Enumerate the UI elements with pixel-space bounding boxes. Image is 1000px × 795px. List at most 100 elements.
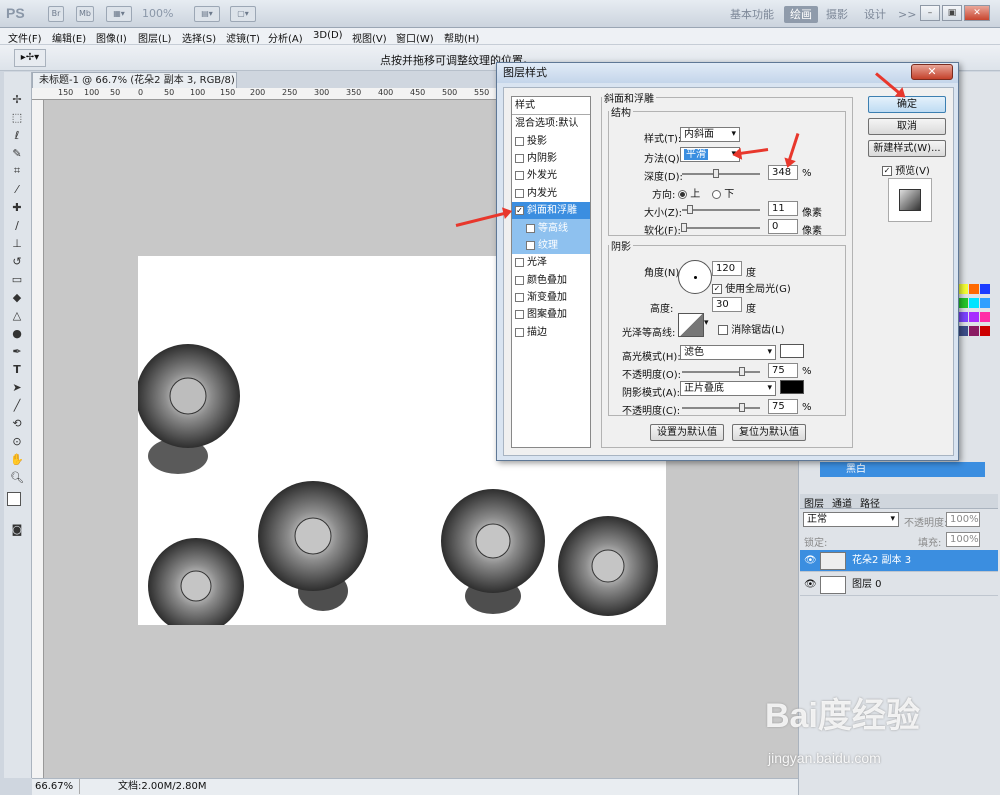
- eye-icon[interactable]: 👁︎: [804, 550, 817, 572]
- opacity-input[interactable]: 100%: [946, 512, 980, 527]
- style-drop-shadow[interactable]: 投影: [512, 132, 590, 149]
- bridge-icon[interactable]: Br: [48, 6, 64, 22]
- brush-tool-icon[interactable]: ∕: [4, 216, 30, 234]
- minimize-button[interactable]: –: [920, 5, 940, 21]
- blur-tool-icon[interactable]: △: [4, 306, 30, 324]
- menu-3d[interactable]: 3D(D): [313, 28, 343, 41]
- crop-tool-icon[interactable]: ⌗: [4, 162, 30, 180]
- style-bevel-emboss[interactable]: ✓ 斜面和浮雕: [512, 201, 590, 220]
- menu-layer[interactable]: 图层(L): [138, 28, 171, 45]
- screen-mode-icon[interactable]: ▢▾: [230, 6, 256, 22]
- bevel-style-select[interactable]: 内斜面: [680, 127, 740, 142]
- hand-tool-icon[interactable]: ✋: [4, 450, 30, 468]
- dialog-close-button[interactable]: ✕: [911, 64, 953, 80]
- type-tool-icon[interactable]: T: [4, 360, 30, 378]
- cancel-button[interactable]: 取消: [868, 118, 946, 135]
- shadow-opacity-slider[interactable]: [682, 403, 760, 412]
- style-blending-options[interactable]: 混合选项:默认: [512, 115, 590, 132]
- style-satin[interactable]: 光泽: [512, 254, 590, 271]
- tab-layers[interactable]: 图层: [804, 495, 824, 510]
- tab-channels[interactable]: 通道: [832, 495, 852, 510]
- marquee-tool-icon[interactable]: ⬚: [4, 108, 30, 126]
- global-light-checkbox[interactable]: ✓ 使用全局光(G): [712, 280, 791, 295]
- style-texture[interactable]: 纹理: [512, 236, 590, 255]
- menu-filter[interactable]: 滤镜(T): [226, 28, 260, 45]
- eyedropper-tool-icon[interactable]: ⁄: [4, 180, 30, 198]
- view-extras-icon[interactable]: ▦▾: [106, 6, 132, 22]
- size-input[interactable]: 11: [768, 201, 798, 216]
- style-outer-glow[interactable]: 外发光: [512, 167, 590, 184]
- status-zoom[interactable]: 66.67%: [35, 779, 81, 794]
- shadow-opacity-input[interactable]: 75: [768, 399, 798, 414]
- styles-header[interactable]: 样式: [512, 97, 590, 115]
- swatches-panel[interactable]: [958, 283, 998, 373]
- paint-bucket-tool-icon[interactable]: ◆: [4, 288, 30, 306]
- workspace-essentials[interactable]: 基本功能: [724, 6, 780, 23]
- zoom-tool-icon[interactable]: 🔍︎: [4, 468, 30, 486]
- ruler-vertical[interactable]: [32, 100, 44, 778]
- size-slider[interactable]: [682, 205, 760, 214]
- new-style-button[interactable]: 新建样式(W)...: [868, 140, 946, 157]
- chevron-down-icon[interactable]: ▾: [704, 318, 709, 328]
- angle-input[interactable]: 120: [712, 261, 742, 276]
- healing-tool-icon[interactable]: ✚: [4, 198, 30, 216]
- window-close-button[interactable]: ✕: [964, 5, 990, 21]
- style-contour[interactable]: 等高线: [512, 219, 590, 237]
- stamp-tool-icon[interactable]: ⊥: [4, 234, 30, 252]
- workspace-painting[interactable]: 绘画: [784, 6, 818, 23]
- highlight-opacity-slider[interactable]: [682, 367, 760, 376]
- quick-select-tool-icon[interactable]: ✎: [4, 144, 30, 162]
- menu-select[interactable]: 选择(S): [182, 28, 216, 45]
- layer-row[interactable]: 👁︎ 图层 0: [800, 574, 998, 596]
- workspace-photography[interactable]: 摄影: [820, 6, 854, 23]
- shadow-color-swatch[interactable]: [780, 380, 804, 394]
- highlight-color-swatch[interactable]: [780, 344, 804, 358]
- arrange-docs-icon[interactable]: ▤▾: [194, 6, 220, 22]
- workspace-more[interactable]: >>: [892, 6, 922, 23]
- move-tool-icon[interactable]: ✢: [4, 90, 30, 108]
- ok-button[interactable]: 确定: [868, 96, 946, 113]
- eraser-tool-icon[interactable]: ▭: [4, 270, 30, 288]
- direction-up-radio[interactable]: 上: [678, 185, 700, 200]
- blend-mode-select[interactable]: 正常: [803, 512, 899, 527]
- layer-row-selected[interactable]: 👁︎ 花朵2 副本 3: [800, 550, 998, 572]
- set-default-button[interactable]: 设置为默认值: [650, 424, 724, 441]
- angle-dial[interactable]: [678, 260, 712, 294]
- document-tab[interactable]: 未标题-1 @ 66.7% (花朵2 副本 3, RGB/8) *: [32, 72, 237, 101]
- zoom-level[interactable]: 100%: [142, 7, 173, 20]
- menu-image[interactable]: 图像(I): [96, 28, 127, 45]
- menu-help[interactable]: 帮助(H): [444, 28, 479, 45]
- color-swatches[interactable]: [4, 486, 31, 520]
- shadow-mode-select[interactable]: 正片叠底: [680, 381, 776, 396]
- lasso-tool-icon[interactable]: ℓ: [4, 126, 30, 144]
- tab-paths[interactable]: 路径: [860, 495, 880, 510]
- soften-input[interactable]: 0: [768, 219, 798, 234]
- path-select-tool-icon[interactable]: ➤: [4, 378, 30, 396]
- reset-default-button[interactable]: 复位为默认值: [732, 424, 806, 441]
- adjustment-item-bw[interactable]: 黑白: [820, 462, 985, 477]
- soften-slider[interactable]: [681, 223, 760, 232]
- maximize-button[interactable]: ▣: [942, 5, 962, 21]
- menu-edit[interactable]: 编辑(E): [52, 28, 86, 45]
- menu-file[interactable]: 文件(F): [8, 28, 42, 45]
- minibridge-icon[interactable]: Mb: [76, 6, 94, 22]
- quick-mask-icon[interactable]: ◙: [4, 520, 30, 538]
- fill-input[interactable]: 100%: [946, 532, 980, 547]
- foreground-color[interactable]: [7, 492, 21, 506]
- style-color-overlay[interactable]: 颜色叠加: [512, 272, 590, 289]
- antialias-checkbox[interactable]: 消除锯齿(L): [718, 321, 785, 336]
- highlight-mode-select[interactable]: 滤色: [680, 345, 776, 360]
- gloss-contour-picker[interactable]: [678, 313, 704, 337]
- dodge-tool-icon[interactable]: ●: [4, 324, 30, 342]
- workspace-design[interactable]: 设计: [858, 6, 892, 23]
- direction-down-radio[interactable]: 下: [712, 185, 734, 200]
- menu-window[interactable]: 窗口(W): [396, 28, 434, 45]
- move-tool-preset-icon[interactable]: ▸✢▾: [14, 49, 46, 67]
- depth-slider[interactable]: [682, 169, 760, 178]
- line-tool-icon[interactable]: ╱: [4, 396, 30, 414]
- style-gradient-overlay[interactable]: 渐变叠加: [512, 289, 590, 306]
- altitude-input[interactable]: 30: [712, 297, 742, 312]
- highlight-opacity-input[interactable]: 75: [768, 363, 798, 378]
- menu-view[interactable]: 视图(V): [352, 28, 387, 45]
- style-inner-shadow[interactable]: 内阴影: [512, 150, 590, 167]
